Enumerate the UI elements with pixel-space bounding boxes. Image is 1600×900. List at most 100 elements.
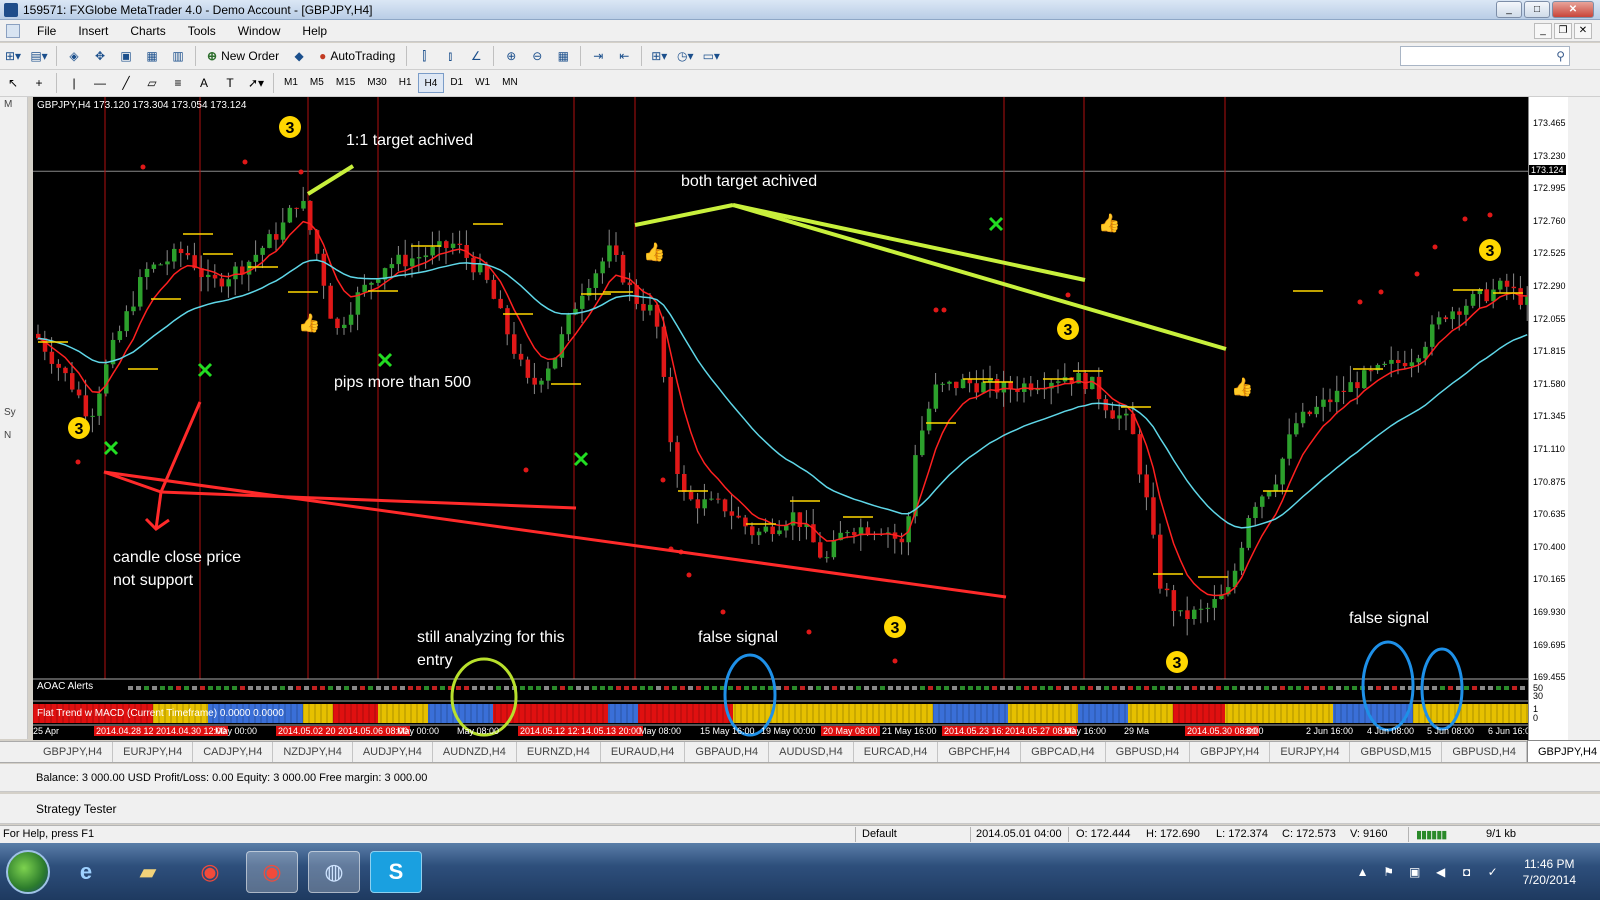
chart-tab[interactable]: GBPAUD,H4: [685, 742, 770, 762]
timeframe-d1[interactable]: D1: [444, 73, 469, 93]
data-window-icon[interactable]: ▣: [115, 45, 137, 67]
new-order-button[interactable]: ⊕ New Order: [202, 45, 284, 67]
symbols-tab-label[interactable]: Sy: [4, 407, 16, 418]
chart-tab[interactable]: GBPJPY,H4: [1526, 740, 1600, 762]
chart-tab[interactable]: EURNZD,H4: [517, 742, 601, 762]
tester-icon[interactable]: ▥: [167, 45, 189, 67]
candle-body: [1457, 311, 1462, 315]
chart-tab[interactable]: GBPCHF,H4: [938, 742, 1022, 762]
chart-tab[interactable]: EURAUD,H4: [601, 742, 686, 762]
fibonacci-icon[interactable]: ≡: [167, 72, 189, 94]
tile-windows-icon[interactable]: ▦: [552, 45, 574, 67]
indicators-icon[interactable]: ⊞▾: [648, 45, 670, 67]
timeframe-m1[interactable]: M1: [278, 73, 304, 93]
mdi-minimize-button[interactable]: _: [1534, 23, 1552, 39]
chat-tray-icon[interactable]: ◘: [1459, 864, 1475, 880]
navigator-tab-label[interactable]: N: [4, 430, 11, 441]
chart-tab[interactable]: GBPUSD,H4: [1106, 742, 1191, 762]
maximize-button[interactable]: □: [1524, 1, 1550, 18]
menu-window[interactable]: Window: [227, 24, 292, 38]
internet-explorer-icon[interactable]: e: [60, 851, 112, 893]
chart-tab[interactable]: EURCAD,H4: [854, 742, 939, 762]
chart-shift-icon[interactable]: ⇤: [613, 45, 635, 67]
chart-tab[interactable]: EURJPY,H4: [113, 742, 194, 762]
chart-tab[interactable]: GBPUSD,M15: [1350, 742, 1443, 762]
trendline-icon[interactable]: ╱: [115, 72, 137, 94]
line-chart-icon[interactable]: ∠: [465, 45, 487, 67]
indicator1-label: AOAC Alerts: [37, 681, 94, 692]
expert-advisors-icon[interactable]: ◆: [288, 45, 310, 67]
timeframe-h4[interactable]: H4: [417, 73, 445, 93]
chart-tab[interactable]: AUDJPY,H4: [353, 742, 433, 762]
zoom-out-icon[interactable]: ⊖: [526, 45, 548, 67]
bar-chart-icon[interactable]: ⫿: [413, 45, 435, 67]
security-tray-icon[interactable]: ✓: [1485, 864, 1501, 880]
terminal-icon[interactable]: ▦: [141, 45, 163, 67]
search-icon[interactable]: ⚲: [1556, 49, 1565, 63]
network-icon[interactable]: ▣: [1407, 864, 1423, 880]
chart-tab[interactable]: AUDNZD,H4: [433, 742, 517, 762]
timeframe-m5[interactable]: M5: [304, 73, 330, 93]
metatrader-taskbar-icon[interactable]: ◍: [308, 850, 360, 893]
text-tool-icon[interactable]: A: [193, 72, 215, 94]
chart-tab[interactable]: GBPJPY,H4: [33, 742, 114, 762]
new-chart-icon[interactable]: ⊞▾: [2, 45, 24, 67]
chrome-icon[interactable]: ◉: [184, 851, 236, 893]
search-input[interactable]: ⚲: [1400, 46, 1570, 66]
right-scroll-area[interactable]: [1568, 97, 1600, 740]
skype-icon[interactable]: S: [370, 850, 422, 893]
arrows-tool-icon[interactable]: ➚▾: [245, 72, 267, 94]
cursor-icon[interactable]: ↖: [2, 72, 24, 94]
profiles-icon[interactable]: ▤▾: [28, 45, 50, 67]
channel-icon[interactable]: ▱: [141, 72, 163, 94]
market-watch-tab-label[interactable]: M: [4, 99, 12, 110]
price-tick-label: 170.875: [1533, 476, 1566, 487]
start-button[interactable]: [6, 849, 50, 894]
timeframe-w1[interactable]: W1: [469, 73, 496, 93]
chart-tab[interactable]: NZDJPY,H4: [273, 742, 353, 762]
price-chart[interactable]: 👍 👍 👍 👍 3 3 3 3 3 3 GBPJPY,H4 173.120 173.304 173…: [33, 97, 1528, 740]
candle-body: [627, 282, 633, 286]
strategy-tester-label[interactable]: Strategy Tester: [36, 802, 116, 816]
taskbar-clock[interactable]: 11:46 PM 7/20/2014: [1523, 856, 1576, 888]
chart-window-icon[interactable]: [6, 23, 20, 38]
volume-icon[interactable]: ◀: [1433, 864, 1449, 880]
timeframe-m30[interactable]: M30: [361, 73, 392, 93]
chart-tab[interactable]: GBPCAD,H4: [1021, 742, 1106, 762]
periods-icon[interactable]: ◷▾: [674, 45, 696, 67]
mdi-close-button[interactable]: ✕: [1574, 23, 1592, 39]
menu-insert[interactable]: Insert: [67, 24, 119, 38]
templates-icon[interactable]: ▭▾: [700, 45, 722, 67]
status-profile[interactable]: Default: [862, 828, 897, 840]
candlestick-icon[interactable]: ⫾: [439, 45, 461, 67]
chart-tab[interactable]: GBPJPY,H4: [1190, 742, 1271, 762]
zoom-in-icon[interactable]: ⊕: [500, 45, 522, 67]
menu-file[interactable]: File: [26, 24, 67, 38]
file-explorer-icon[interactable]: ▰: [122, 851, 174, 893]
label-tool-icon[interactable]: T: [219, 72, 241, 94]
chart-tab[interactable]: EURJPY,H4: [1270, 742, 1351, 762]
navigator-icon[interactable]: ✥: [89, 45, 111, 67]
timeframe-m15[interactable]: M15: [330, 73, 361, 93]
autotrading-button[interactable]: ● AutoTrading: [314, 45, 400, 67]
market-watch-icon[interactable]: ◈: [63, 45, 85, 67]
timeframe-mn[interactable]: MN: [496, 73, 524, 93]
horizontal-line-icon[interactable]: —: [89, 72, 111, 94]
menu-charts[interactable]: Charts: [119, 24, 176, 38]
tray-expand-icon[interactable]: ▲: [1355, 864, 1371, 880]
crosshair-icon[interactable]: +: [28, 72, 50, 94]
chart-tab[interactable]: CADJPY,H4: [193, 742, 274, 762]
strategy-tester-bar[interactable]: Strategy Tester: [0, 794, 1600, 824]
menu-tools[interactable]: Tools: [177, 24, 227, 38]
auto-scroll-icon[interactable]: ⇥: [587, 45, 609, 67]
minimize-button[interactable]: _: [1496, 1, 1522, 18]
timeframe-h1[interactable]: H1: [393, 73, 418, 93]
mdi-restore-button[interactable]: ❐: [1554, 23, 1572, 39]
chart-tab[interactable]: AUDUSD,H4: [769, 742, 854, 762]
vertical-line-icon[interactable]: |: [63, 72, 85, 94]
close-button[interactable]: ✕: [1552, 1, 1594, 18]
action-center-flag-icon[interactable]: ⚑: [1381, 864, 1397, 880]
chart-tab[interactable]: GBPUSD,H4: [1442, 742, 1527, 762]
chrome-active-icon[interactable]: ◉: [246, 850, 298, 893]
menu-help[interactable]: Help: [291, 24, 338, 38]
